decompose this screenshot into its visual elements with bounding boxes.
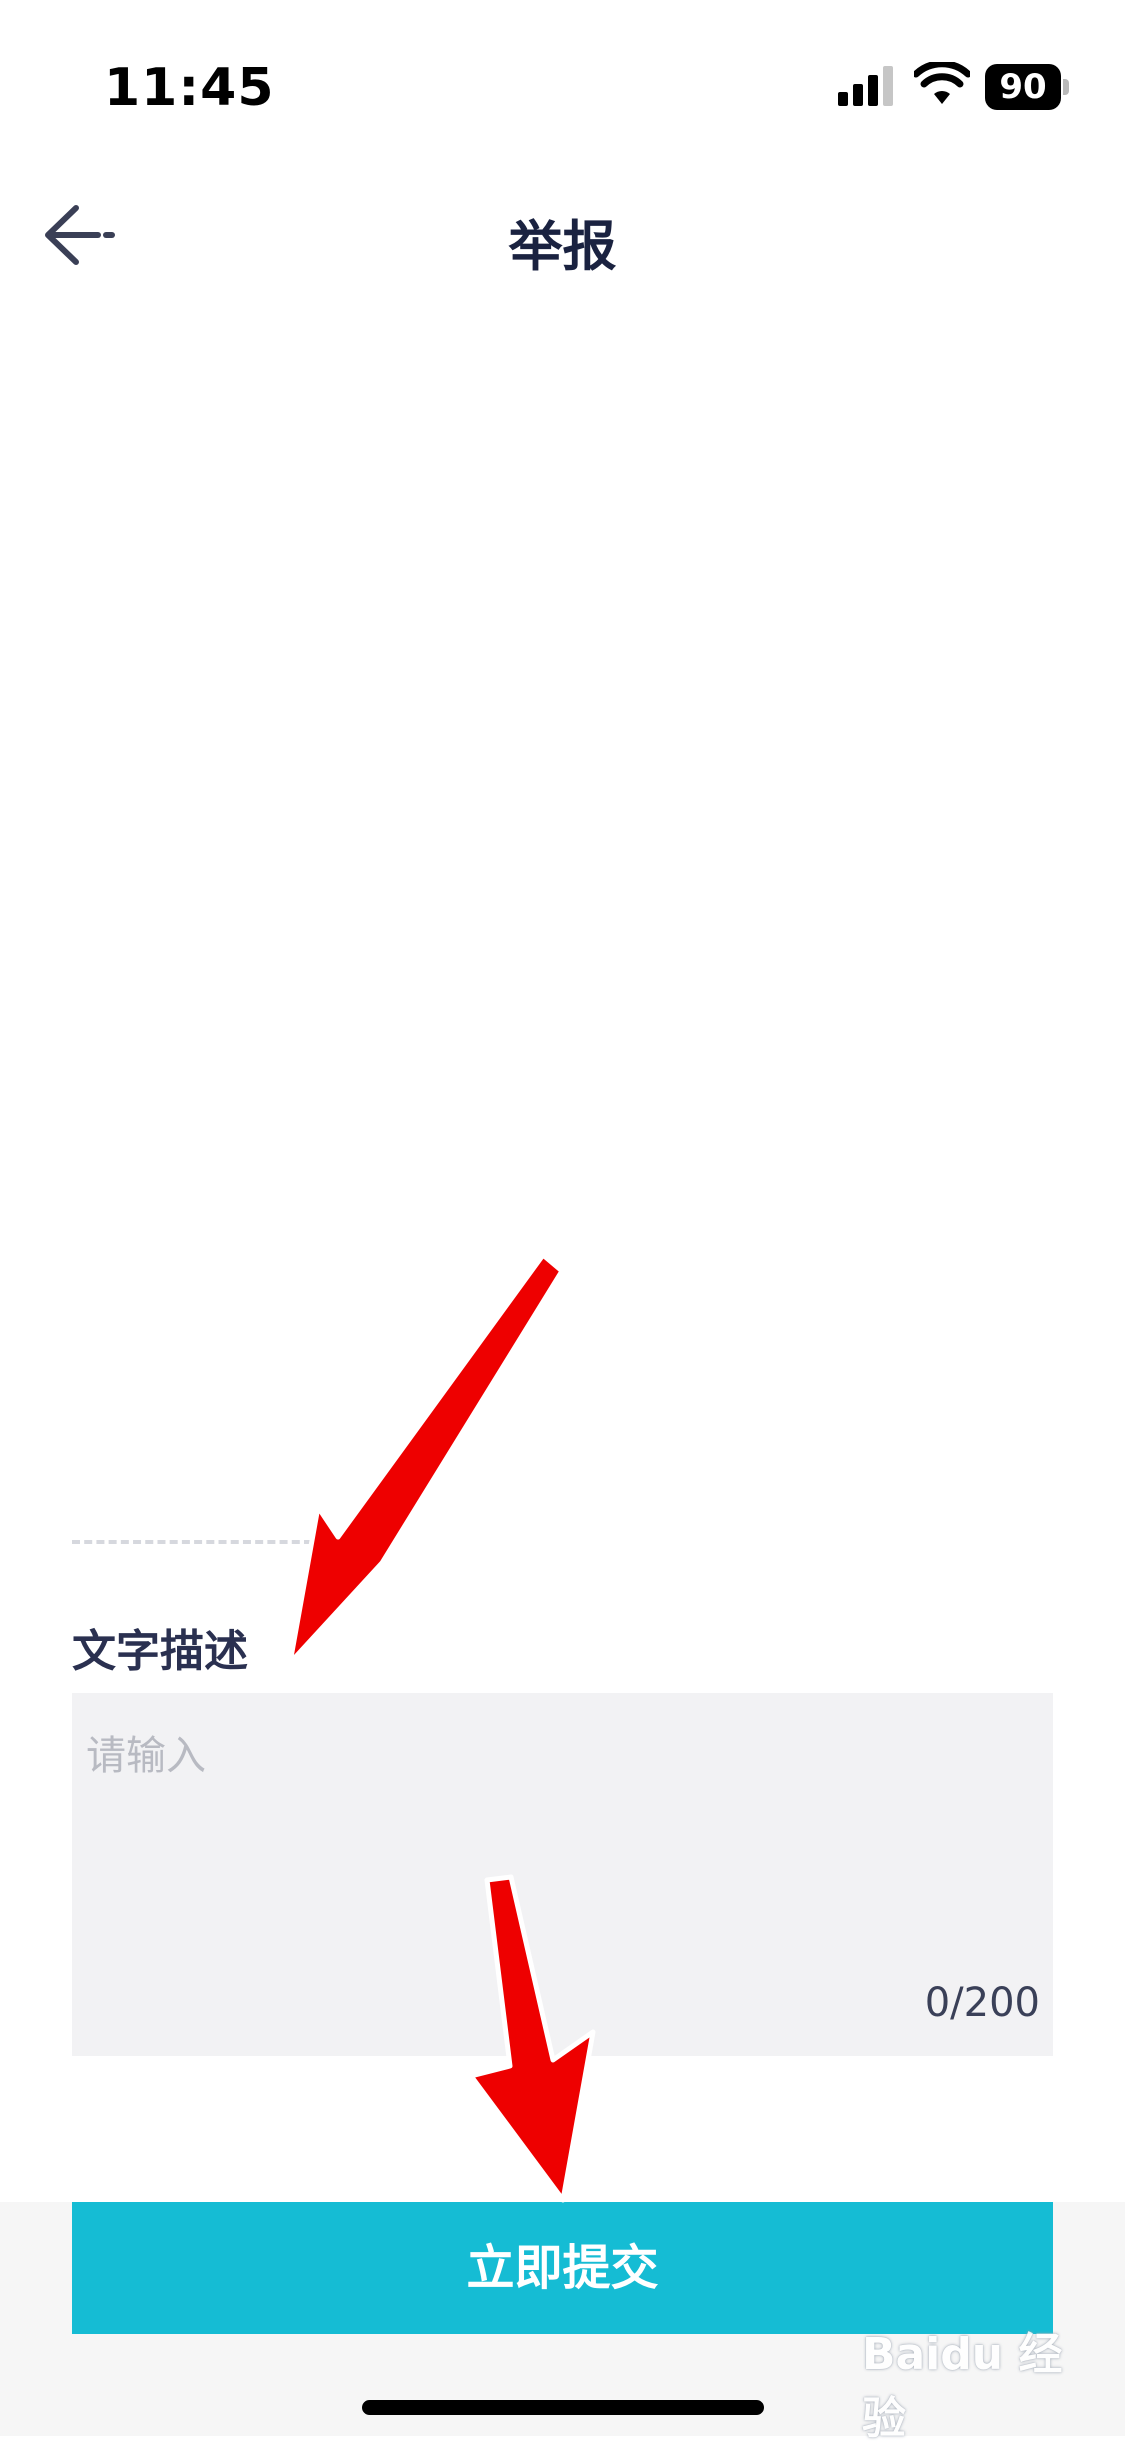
annotation-arrow-upper [287,1252,565,1666]
submit-button[interactable]: 立即提交 [72,2202,1053,2334]
baidu-watermark: Baidu 经验 [862,2329,1063,2444]
home-indicator [362,2400,764,2415]
wifi-icon [914,62,970,104]
battery-level: 90 [985,64,1061,110]
upload-area-border [72,1540,312,1544]
description-label: 文字描述 [72,1626,248,1677]
status-time: 11:45 [104,58,275,118]
signal-icon [838,66,893,106]
char-counter: 0/200 [924,1980,1040,2026]
nav-bar: 举报 [0,180,1125,290]
battery-icon: 90 [985,64,1069,110]
annotation-arrows [287,1252,596,2203]
battery-cap [1063,79,1069,95]
page-title: 举报 [508,215,617,278]
status-bar: 11:45 90 [0,0,1125,180]
